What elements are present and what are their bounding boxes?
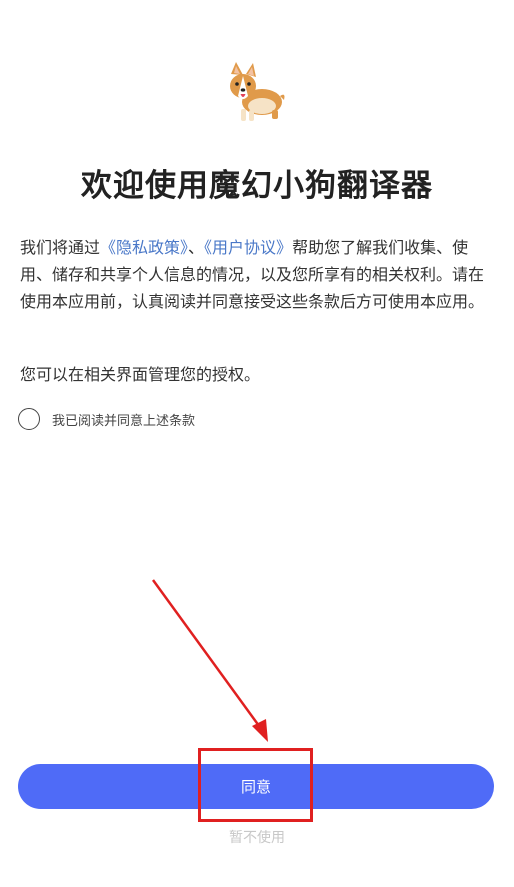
page-title: 欢迎使用魔幻小狗翻译器	[81, 168, 433, 204]
consent-radio[interactable]	[18, 408, 40, 430]
decline-link[interactable]: 暂不使用	[0, 827, 514, 847]
user-agreement-link[interactable]: 《用户协议》	[204, 238, 292, 257]
intro-paragraph: 我们将通过《隐私政策》、《用户协议》帮助您了解我们收集、使用、储存和共享个人信息…	[20, 234, 496, 315]
annotation-arrow	[151, 579, 268, 742]
agree-button[interactable]: 同意	[18, 764, 494, 809]
intro-prefix: 我们将通过	[20, 238, 101, 257]
authorization-note: 您可以在相关界面管理您的授权。	[20, 365, 261, 384]
consent-label: 我已阅读并同意上述条款	[52, 413, 196, 429]
corgi-dog-icon	[224, 62, 288, 124]
privacy-policy-link[interactable]: 《隐私政策》	[100, 238, 188, 257]
intro-separator: 、	[188, 238, 205, 257]
consent-checkbox-row[interactable]: 我已阅读并同意上述条款	[18, 406, 195, 432]
